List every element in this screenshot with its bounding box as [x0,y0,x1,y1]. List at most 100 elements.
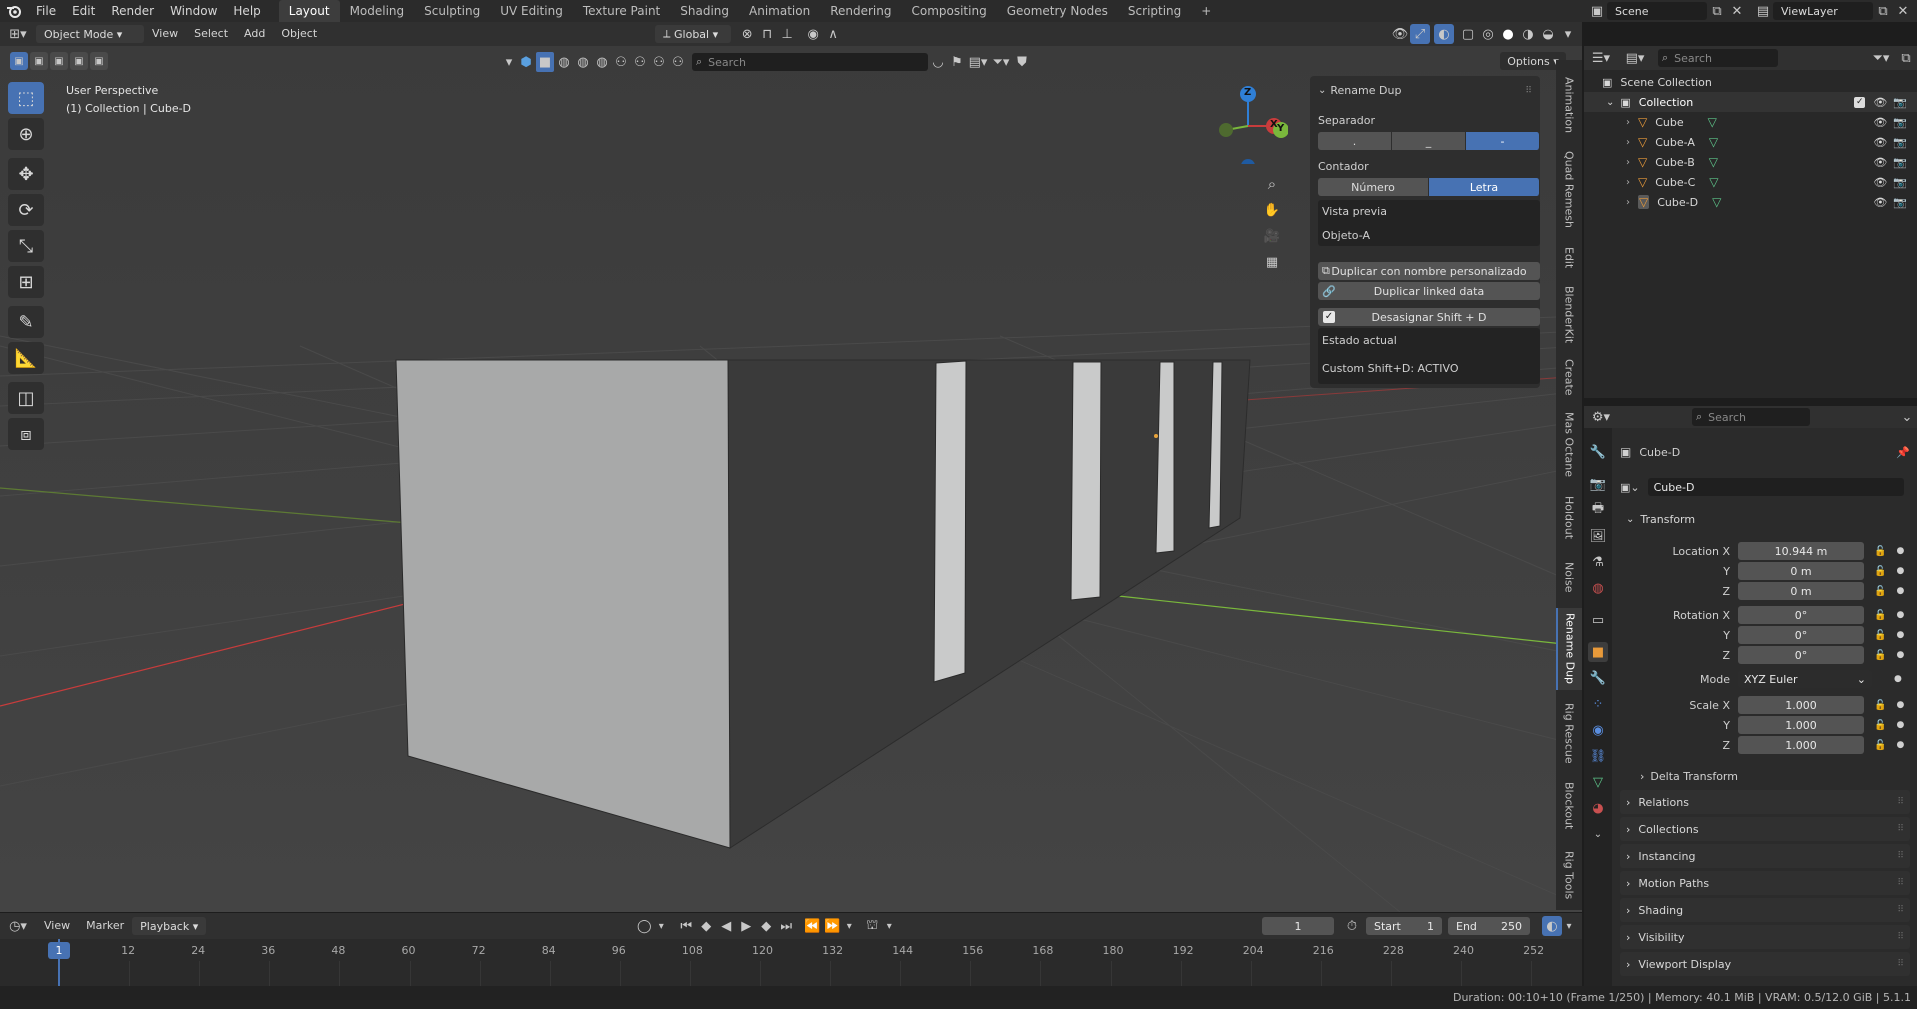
drag-handle-icon[interactable]: ⠿ [1897,932,1904,942]
panel-header[interactable]: ⌄ Rename Dup ⠿ [1318,84,1532,97]
mesh-data-icon[interactable]: ▽ [1709,175,1718,189]
keyframe-dot-icon[interactable]: ● [1896,720,1904,730]
separador-dot[interactable]: . [1318,132,1392,150]
timeline-editor-icon[interactable]: ◷▾ [0,916,36,936]
rotation-mode-dropdown[interactable]: XYZ Euler ⌄ [1738,670,1872,688]
filter-clear-icon[interactable]: ◡ [929,52,947,72]
lock-icon[interactable]: 🔓 [1874,610,1886,621]
keyframe-dot-icon[interactable]: ● [1894,674,1902,684]
keyframe-dot-icon[interactable]: ● [1896,610,1904,620]
duplicate-custom-name-button[interactable]: ⧉ Duplicar con nombre personalizado [1318,262,1540,280]
view-layer-tab-icon[interactable]: 🖼 [1588,526,1608,546]
pivot-icon[interactable]: ⊗ [737,24,757,44]
record-icon[interactable]: ◯ [634,916,654,936]
drag-handle-icon[interactable]: ⠿ [1897,851,1904,861]
separador-dash[interactable]: - [1466,132,1540,150]
side-tab-rename-dup[interactable]: Rename Dup [1556,608,1582,690]
location-x-field[interactable]: 10.944 m [1738,542,1864,560]
menu-render[interactable]: Render [103,0,162,22]
delete-view-layer-icon[interactable]: ✕ [1893,1,1913,21]
keyframe-dot-icon[interactable]: ● [1896,740,1904,750]
physics-tab-icon[interactable]: ◉ [1588,720,1608,740]
select-intersect-icon[interactable]: ▣ [90,52,108,70]
tab-animation[interactable]: Animation [739,0,820,22]
contador-numero[interactable]: Número [1318,178,1429,196]
current-frame-field[interactable]: 1 [1262,917,1334,935]
camera-icon[interactable]: 📷 [1893,156,1907,169]
menu-select[interactable]: Select [186,23,236,45]
scene-tab-icon[interactable]: ⚗ [1588,552,1608,572]
scale-tool-icon[interactable]: ⤡ [8,230,44,262]
shading-solid-icon[interactable]: ● [1498,24,1518,44]
scale-x-field[interactable]: 1.000 [1738,696,1864,714]
drag-handle-icon[interactable]: ⠿ [1897,959,1904,969]
side-tab-quad-remesh[interactable]: Quad Remesh [1556,146,1582,232]
funnel-icon[interactable]: ⏷▾ [990,52,1012,72]
unassign-shift-d-toggle[interactable]: ✓ Desasignar Shift + D [1318,308,1540,326]
lock-icon[interactable]: 🔓 [1874,566,1886,577]
timeline-overlay-icon[interactable]: ◐ [1542,916,1562,936]
object-type-icon[interactable]: ⬢ [517,52,535,72]
tab-uv-editing[interactable]: UV Editing [490,0,573,22]
eye-icon[interactable]: 👁 [1873,196,1887,209]
keyframe-dot-icon[interactable]: ● [1896,586,1904,596]
timeline-ruler[interactable]: 1 12 24 36 48 60 72 84 96 108 120 132 144 156 168 180 1… [0,939,1582,986]
side-tab-edit[interactable]: Edit [1556,240,1582,276]
lock-icon[interactable]: 🔓 [1874,586,1886,597]
timeline-menu-marker[interactable]: Marker [78,915,132,937]
camera-icon[interactable]: 📷 [1893,116,1907,129]
stopwatch-icon[interactable]: ⏱ [1342,916,1362,936]
lock-icon[interactable]: 🔓 [1874,630,1886,641]
pan-hand-icon[interactable]: ✋ [1262,200,1282,220]
shading-rendered-icon[interactable]: ◒ [1538,24,1558,44]
instancing-panel-header[interactable]: › Instancing ⠿ [1620,844,1910,868]
side-tab-animation[interactable]: Animation [1556,72,1582,138]
shading-material-icon[interactable]: ◑ [1518,24,1538,44]
new-scene-icon[interactable]: ⧉ [1707,1,1727,21]
editor-type-icon[interactable]: ⊞▾ [0,24,36,44]
xray-icon[interactable]: ▢ [1458,24,1478,44]
menu-window[interactable]: Window [162,0,225,22]
shading-panel-header[interactable]: › Shading ⠿ [1620,898,1910,922]
next-keyframe-icon[interactable]: ◆ [756,916,776,936]
collection-row[interactable]: ⌄ ▣ Collection ✓ 👁 📷 [1584,92,1917,112]
keyframe-dot-icon[interactable]: ● [1896,566,1904,576]
prev-keyframe-icon[interactable]: ◆ [696,916,716,936]
move-tool-icon[interactable]: ✥ [8,158,44,190]
rotation-x-field[interactable]: 0° [1738,606,1864,624]
properties-editor-icon[interactable]: ⚙▾ [1584,407,1618,427]
side-tab-blenderkit[interactable]: BlenderKit [1556,282,1582,348]
material-tab-icon[interactable]: ◕ [1588,798,1608,818]
tab-scripting[interactable]: Scripting [1118,0,1191,22]
play-reverse-icon[interactable]: ◀ [716,916,736,936]
shield-icon[interactable]: ⛊ [1013,52,1031,72]
chevron-right-icon[interactable]: › [1626,157,1630,168]
side-tab-rig-rescue[interactable]: Rig Rescue [1556,698,1582,768]
timeline-menu-view[interactable]: View [36,915,78,937]
particles-tab-icon[interactable]: ⁘ [1588,694,1608,714]
filter-armature-icon[interactable]: ⚇ [631,52,649,72]
tab-shading[interactable]: Shading [670,0,739,22]
rotate-tool-icon[interactable]: ⟳ [8,194,44,226]
auto-keying-icon[interactable]: ⛫ [862,916,882,936]
scene-selector[interactable]: Scene [1607,2,1707,20]
filter-icon[interactable]: ⏷▾ [1867,48,1895,68]
tab-texture-paint[interactable]: Texture Paint [573,0,670,22]
mode-selector[interactable]: Object Mode ▾ [36,25,144,43]
modifier-tab-icon[interactable]: 🔧 [1588,668,1608,688]
chevron-down-icon[interactable]: ▾ [1562,916,1576,936]
chevron-down-icon[interactable]: ⌄ [1897,407,1917,427]
side-tab-holdout[interactable]: Holdout [1556,490,1582,546]
chevron-down-icon[interactable]: ⌄ [1588,824,1608,844]
lock-icon[interactable]: 🔓 [1874,720,1886,731]
transform-panel-header[interactable]: ⌄ Transform [1620,507,1910,531]
eye-icon[interactable]: 👁 [1873,136,1887,149]
proportional-edit-icon[interactable]: ◉ [803,24,823,44]
chevron-right-icon[interactable]: › [1626,117,1630,128]
blender-logo-icon[interactable] [0,1,28,21]
duplicate-linked-button[interactable]: 🔗 Duplicar linked data [1318,282,1540,300]
mesh-data-icon[interactable]: ▽ [1709,155,1718,169]
checkbox-checked-icon[interactable]: ✓ [1854,96,1866,108]
mesh-data-icon[interactable]: ▽ [1712,195,1721,209]
add-workspace-button[interactable]: + [1191,0,1221,22]
